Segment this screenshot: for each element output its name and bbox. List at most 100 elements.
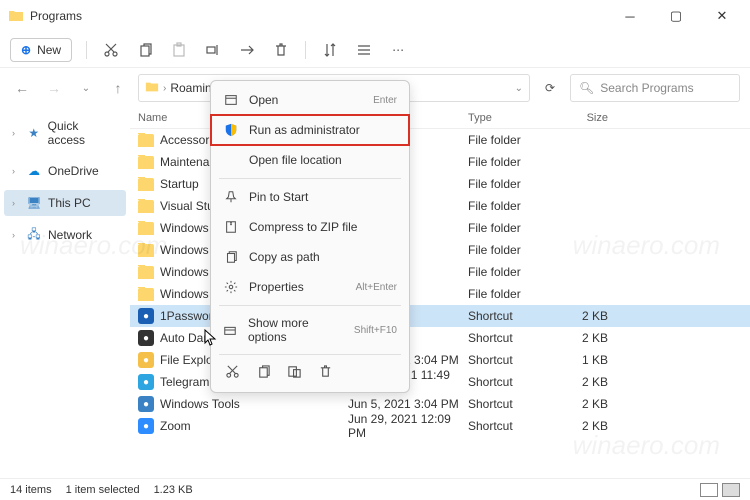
sidebar-item-quick-access[interactable]: › ★ Quick access — [4, 114, 126, 152]
delete-icon[interactable] — [318, 364, 333, 382]
cut-icon[interactable] — [225, 364, 240, 382]
file-size: 2 KB — [548, 375, 608, 389]
app-icon: ● — [138, 330, 154, 346]
menu-item-pin-to-start[interactable]: Pin to Start — [211, 182, 409, 212]
file-date: Jun 5, 2021 3:04 PM — [348, 397, 468, 411]
maximize-button[interactable]: ▢ — [662, 8, 690, 24]
refresh-button[interactable]: ⟳ — [538, 81, 562, 95]
chevron-right-icon: › — [163, 83, 166, 94]
status-size: 1.23 KB — [154, 484, 193, 496]
menu-item-label: Open file location — [249, 153, 342, 167]
sidebar-item-label: Quick access — [48, 119, 118, 147]
menu-item-shortcut: Alt+Enter — [356, 282, 397, 293]
folder-icon — [138, 178, 154, 191]
status-selected: 1 item selected — [66, 484, 140, 496]
more-icon[interactable]: ⋯ — [388, 40, 408, 60]
menu-icon-row — [211, 358, 409, 388]
app-icon: ● — [138, 352, 154, 368]
new-button[interactable]: ⊕ New — [10, 38, 72, 62]
cloud-icon: ☁ — [26, 163, 42, 179]
file-type: File folder — [468, 133, 548, 147]
chevron-right-icon: › — [12, 128, 20, 138]
file-type: File folder — [468, 177, 548, 191]
share-icon[interactable] — [237, 40, 257, 60]
folder-icon — [138, 200, 154, 213]
statusbar: 14 items 1 item selected 1.23 KB — [0, 478, 750, 500]
file-size: 2 KB — [548, 309, 608, 323]
menu-item-properties[interactable]: Properties Alt+Enter — [211, 272, 409, 302]
context-menu: OpenEnter Run as administrator Open file l… — [210, 80, 410, 393]
col-type[interactable]: Type — [468, 112, 548, 124]
app-icon: ● — [138, 418, 154, 434]
sidebar: › ★ Quick access › ☁ OneDrive › 🖥 This P… — [0, 108, 130, 468]
more-icon — [223, 322, 238, 338]
view-details-button[interactable] — [700, 483, 718, 497]
file-type: File folder — [468, 287, 548, 301]
sidebar-item-network[interactable]: › 🖧 Network — [4, 222, 126, 248]
file-size: 2 KB — [548, 397, 608, 411]
col-size[interactable]: Size — [548, 112, 608, 124]
back-button[interactable]: ← — [10, 80, 34, 96]
menu-item-run-as-administrator[interactable]: Run as administrator — [211, 115, 409, 145]
titlebar: Programs ─ ▢ ✕ — [0, 0, 750, 32]
minimize-button[interactable]: ─ — [616, 9, 644, 24]
file-type: Shortcut — [468, 331, 548, 345]
file-row[interactable]: ● Zoom Jun 29, 2021 12:09 PMShortcut2 KB — [130, 415, 750, 437]
file-type: Shortcut — [468, 419, 548, 433]
up-button[interactable]: ↑ — [106, 80, 130, 96]
view-large-button[interactable] — [722, 483, 740, 497]
cut-icon[interactable] — [101, 40, 121, 60]
shield-icon — [223, 122, 239, 138]
delete-icon[interactable] — [271, 40, 291, 60]
menu-item-label: Run as administrator — [249, 123, 360, 137]
menu-item-label: Open — [249, 93, 278, 107]
file-type: File folder — [468, 199, 548, 213]
window-title: Programs — [30, 9, 82, 23]
close-button[interactable]: ✕ — [708, 8, 736, 24]
chevron-right-icon: › — [12, 198, 20, 208]
separator — [86, 41, 87, 59]
file-name: Startup — [160, 177, 199, 191]
folder-icon — [138, 156, 154, 169]
file-name: Zoom — [160, 419, 191, 433]
copypath-icon — [223, 249, 239, 265]
menu-item-label: Pin to Start — [249, 190, 308, 204]
star-icon: ★ — [26, 125, 42, 141]
open-icon — [223, 92, 239, 108]
sort-icon[interactable] — [320, 40, 340, 60]
sidebar-item-onedrive[interactable]: › ☁ OneDrive — [4, 158, 126, 184]
menu-item-label: Properties — [249, 280, 304, 294]
search-input[interactable]: 🔍︎ Search Programs — [570, 74, 740, 102]
paste-icon[interactable] — [169, 40, 189, 60]
plus-icon: ⊕ — [21, 43, 31, 57]
copy-icon[interactable] — [135, 40, 155, 60]
chevron-down-icon[interactable]: ⌄ — [515, 83, 523, 94]
app-icon: ● — [138, 308, 154, 324]
menu-item-compress-to-zip-file[interactable]: Compress to ZIP file — [211, 212, 409, 242]
copy-icon[interactable] — [256, 364, 271, 382]
new-label: New — [37, 43, 61, 57]
folder-icon — [138, 134, 154, 147]
rename-icon[interactable] — [203, 40, 223, 60]
file-date: Jun 29, 2021 12:09 PM — [348, 412, 468, 440]
file-size: 2 KB — [548, 419, 608, 433]
menu-divider — [219, 305, 401, 306]
network-icon: 🖧 — [26, 227, 42, 243]
forward-button[interactable]: → — [42, 80, 66, 96]
properties-icon — [223, 279, 239, 295]
file-type: File folder — [468, 243, 548, 257]
file-type: File folder — [468, 221, 548, 235]
paste-icon[interactable] — [287, 364, 302, 382]
folder-icon — [138, 244, 154, 257]
file-type: Shortcut — [468, 375, 548, 389]
file-type: File folder — [468, 265, 548, 279]
menu-item-show-more-options[interactable]: Show more optionsShift+F10 — [211, 309, 409, 351]
folder-icon — [145, 80, 159, 97]
chevron-right-icon: › — [12, 166, 20, 176]
sidebar-item-this-pc[interactable]: › 🖥 This PC — [4, 190, 126, 216]
view-icon[interactable] — [354, 40, 374, 60]
menu-item-copy-as-path[interactable]: Copy as path — [211, 242, 409, 272]
recent-dropdown[interactable]: ⌄ — [74, 83, 98, 94]
menu-item-open[interactable]: OpenEnter — [211, 85, 409, 115]
menu-item-open-file-location[interactable]: Open file location — [211, 145, 409, 175]
